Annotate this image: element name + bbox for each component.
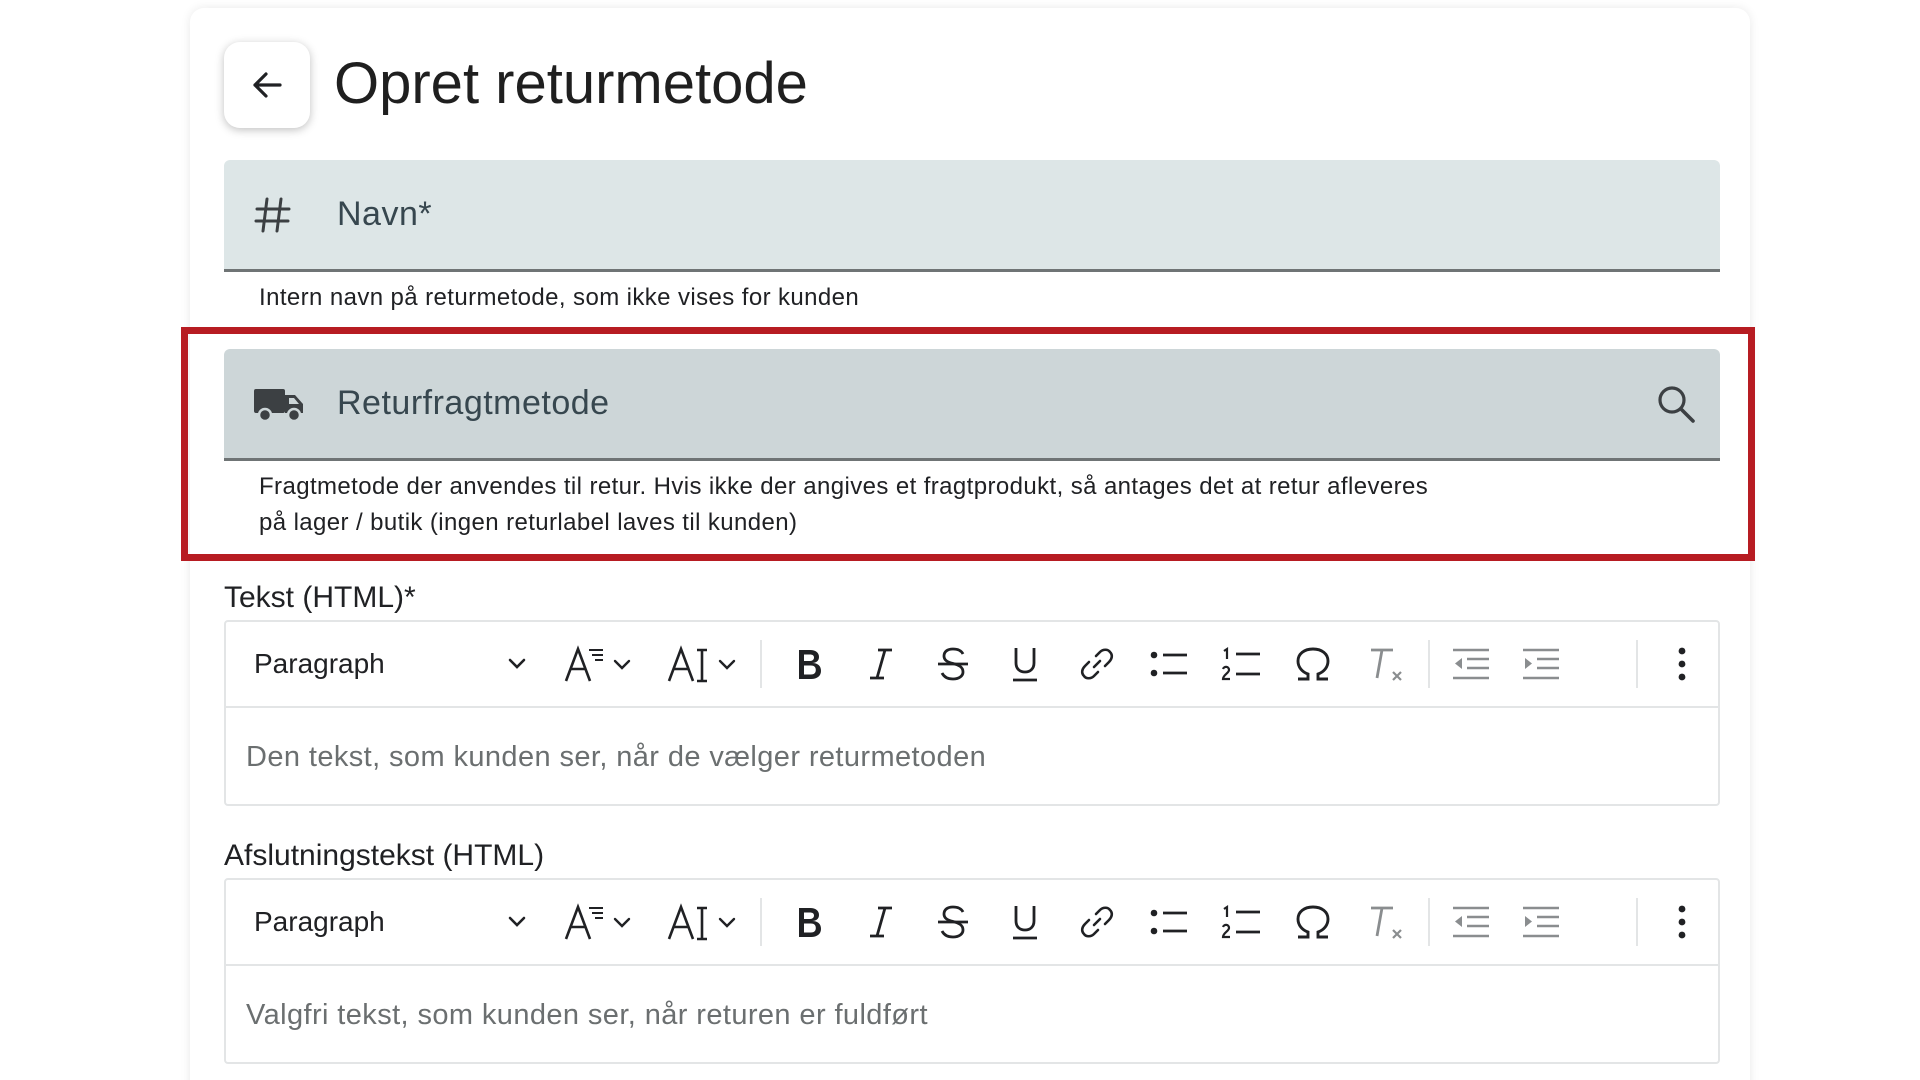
- bulleted-list-button[interactable]: [1134, 622, 1204, 706]
- link-button[interactable]: [1062, 622, 1132, 706]
- strikethrough-button[interactable]: [918, 622, 988, 706]
- closing-text-html-editor: Paragraph Valgfri tekst, som kunden ser,…: [224, 878, 1720, 1064]
- toolbar-separator: [760, 640, 762, 688]
- italic-icon: [866, 646, 896, 682]
- chevron-down-icon: [506, 910, 528, 932]
- page: Opret returmetode Navn* Intern navn på r…: [0, 0, 1920, 1080]
- link-button[interactable]: [1062, 880, 1132, 964]
- font-size-dropdown[interactable]: [556, 622, 646, 706]
- numbered-list-icon: [1221, 646, 1261, 682]
- bold-icon: [793, 904, 825, 940]
- strikethrough-button[interactable]: [918, 880, 988, 964]
- font-size-icon: [563, 902, 639, 942]
- text-html-editor: Paragraph Den tekst, som kunden ser, når…: [224, 620, 1720, 806]
- italic-icon: [866, 904, 896, 940]
- remove-format-icon: [1367, 902, 1407, 942]
- more-options-icon: [1677, 904, 1687, 940]
- font-case-icon: [666, 902, 744, 942]
- remove-format-button[interactable]: [1352, 622, 1422, 706]
- return-freight-method-helper: Fragtmetode der anvendes til retur. Hvis…: [259, 469, 1699, 541]
- toolbar-separator: [1428, 898, 1430, 946]
- text-html-label: Tekst (HTML)*: [224, 581, 416, 614]
- bulleted-list-button[interactable]: [1134, 880, 1204, 964]
- more-options-button[interactable]: [1654, 622, 1710, 706]
- more-options-icon: [1677, 646, 1687, 682]
- block-format-label: Paragraph: [254, 648, 385, 679]
- bold-icon: [793, 646, 825, 682]
- numbered-list-button[interactable]: [1206, 880, 1276, 964]
- hash-icon: [252, 160, 294, 269]
- toolbar-separator: [1428, 640, 1430, 688]
- arrow-left-icon: [247, 65, 287, 105]
- font-case-dropdown[interactable]: [660, 622, 750, 706]
- name-field[interactable]: Navn*: [224, 160, 1720, 272]
- special-characters-icon: [1294, 646, 1332, 682]
- font-case-dropdown[interactable]: [660, 880, 750, 964]
- indent-icon: [1521, 905, 1561, 939]
- indent-button[interactable]: [1506, 622, 1576, 706]
- font-case-icon: [666, 644, 744, 684]
- search-icon[interactable]: [1654, 349, 1698, 458]
- italic-button[interactable]: [846, 880, 916, 964]
- bulleted-list-icon: [1149, 647, 1189, 681]
- bold-button[interactable]: [774, 622, 844, 706]
- strikethrough-icon: [936, 645, 970, 683]
- italic-button[interactable]: [846, 622, 916, 706]
- back-button[interactable]: [224, 42, 310, 128]
- remove-format-icon: [1367, 644, 1407, 684]
- indent-button[interactable]: [1506, 880, 1576, 964]
- block-format-dropdown[interactable]: Paragraph: [254, 622, 534, 706]
- helper-line: på lager / butik (ingen returlabel laves…: [259, 509, 798, 536]
- editor-toolbar: Paragraph: [226, 622, 1718, 708]
- block-format-dropdown[interactable]: Paragraph: [254, 880, 534, 964]
- outdent-icon: [1451, 647, 1491, 681]
- truck-icon: [252, 349, 306, 458]
- helper-line: Fragtmetode der anvendes til retur. Hvis…: [259, 473, 1429, 500]
- toolbar-separator: [760, 898, 762, 946]
- closing-text-html-label: Afslutningstekst (HTML): [224, 839, 545, 872]
- special-characters-icon: [1294, 904, 1332, 940]
- outdent-button[interactable]: [1436, 622, 1506, 706]
- toolbar-separator: [1636, 898, 1638, 946]
- underline-button[interactable]: [990, 880, 1060, 964]
- special-characters-button[interactable]: [1278, 622, 1348, 706]
- underline-icon: [1009, 903, 1041, 941]
- numbered-list-icon: [1221, 904, 1261, 940]
- underline-button[interactable]: [990, 622, 1060, 706]
- bulleted-list-icon: [1149, 905, 1189, 939]
- outdent-button[interactable]: [1436, 880, 1506, 964]
- chevron-down-icon: [506, 652, 528, 674]
- outdent-icon: [1451, 905, 1491, 939]
- block-format-label: Paragraph: [254, 906, 385, 937]
- page-title: Opret returmetode: [334, 51, 808, 116]
- underline-icon: [1009, 645, 1041, 683]
- remove-format-button[interactable]: [1352, 880, 1422, 964]
- numbered-list-button[interactable]: [1206, 622, 1276, 706]
- name-field-label: Navn*: [337, 195, 433, 233]
- special-characters-button[interactable]: [1278, 880, 1348, 964]
- name-field-helper: Intern navn på returmetode, som ikke vis…: [259, 284, 860, 311]
- closing-text-html-content[interactable]: Valgfri tekst, som kunden ser, når retur…: [226, 966, 1718, 1064]
- font-size-dropdown[interactable]: [556, 880, 646, 964]
- text-html-content[interactable]: Den tekst, som kunden ser, når de vælger…: [226, 708, 1718, 806]
- strikethrough-icon: [936, 903, 970, 941]
- link-icon: [1079, 646, 1115, 682]
- return-freight-method-field[interactable]: Returfragtmetode: [224, 349, 1720, 461]
- return-freight-method-label: Returfragtmetode: [337, 384, 610, 422]
- toolbar-separator: [1636, 640, 1638, 688]
- bold-button[interactable]: [774, 880, 844, 964]
- editor-toolbar: Paragraph: [226, 880, 1718, 966]
- font-size-icon: [563, 644, 639, 684]
- link-icon: [1079, 904, 1115, 940]
- indent-icon: [1521, 647, 1561, 681]
- more-options-button[interactable]: [1654, 880, 1710, 964]
